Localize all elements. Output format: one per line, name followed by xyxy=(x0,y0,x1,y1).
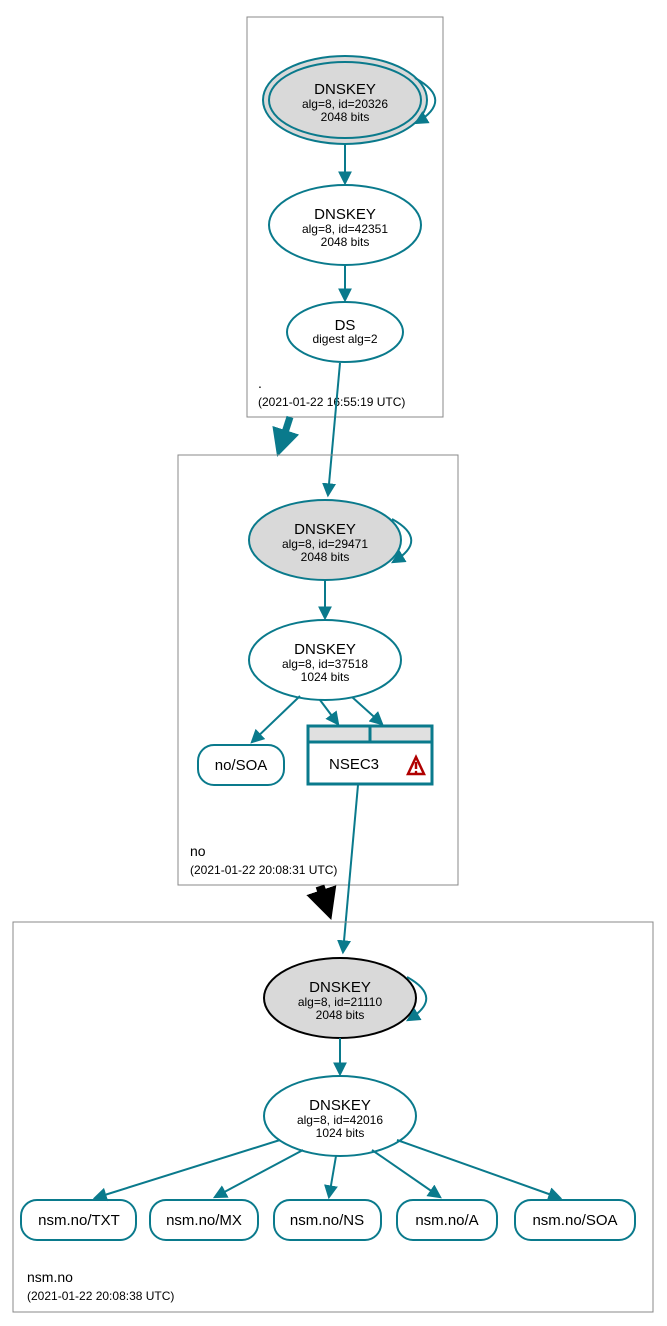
svg-text:nsm.no/MX: nsm.no/MX xyxy=(166,1212,242,1229)
svg-text:alg=8, id=42351: alg=8, id=42351 xyxy=(302,222,388,236)
svg-text:DNSKEY: DNSKEY xyxy=(294,521,356,538)
svg-text:digest alg=2: digest alg=2 xyxy=(312,332,377,346)
rr-nsm-mx: nsm.no/MX xyxy=(150,1200,258,1240)
dnskey-nsm-zsk: DNSKEY alg=8, id=42016 1024 bits xyxy=(264,1076,416,1156)
dnskey-root-zsk: DNSKEY alg=8, id=42351 2048 bits xyxy=(269,185,421,265)
svg-text:2048 bits: 2048 bits xyxy=(321,235,370,249)
svg-text:DNSKEY: DNSKEY xyxy=(309,979,371,996)
svg-text:alg=8, id=21110: alg=8, id=21110 xyxy=(298,995,383,1009)
zone-nsm-ts: (2021-01-22 20:08:38 UTC) xyxy=(27,1289,174,1303)
svg-text:nsm.no/SOA: nsm.no/SOA xyxy=(532,1212,617,1229)
svg-text:nsm.no/TXT: nsm.no/TXT xyxy=(38,1212,120,1229)
dnskey-no-ksk: DNSKEY alg=8, id=29471 2048 bits xyxy=(249,500,401,580)
edge-delegation-root-no xyxy=(280,417,290,448)
edge-no-zsk-nsec3-r xyxy=(352,697,382,724)
rr-nsm-ns: nsm.no/NS xyxy=(274,1200,381,1240)
zone-no-ts: (2021-01-22 20:08:31 UTC) xyxy=(190,863,337,877)
svg-text:1024 bits: 1024 bits xyxy=(316,1126,365,1140)
dnskey-nsm-ksk: DNSKEY alg=8, id=21110 2048 bits xyxy=(264,958,416,1038)
svg-text:DNSKEY: DNSKEY xyxy=(314,81,376,98)
edge-no-zsk-soa xyxy=(252,696,300,742)
svg-text:nsm.no/A: nsm.no/A xyxy=(415,1212,478,1229)
svg-text:1024 bits: 1024 bits xyxy=(301,670,350,684)
svg-text:2048 bits: 2048 bits xyxy=(301,550,350,564)
svg-text:alg=8, id=29471: alg=8, id=29471 xyxy=(282,537,368,551)
edge-ds-noksk xyxy=(328,363,340,495)
rr-no-soa: no/SOA xyxy=(198,745,284,785)
rr-nsm-txt: nsm.no/TXT xyxy=(21,1200,136,1240)
rr-nsm-a: nsm.no/A xyxy=(397,1200,497,1240)
rr-nsm-soa: nsm.no/SOA xyxy=(515,1200,635,1240)
zone-root-ts: (2021-01-22 16:55:19 UTC) xyxy=(258,395,405,409)
edge-nsm-zsk-ns xyxy=(329,1156,336,1197)
edge-no-zsk-nsec3-l xyxy=(320,700,338,724)
zone-no-name: no xyxy=(190,843,206,859)
svg-text:DNSKEY: DNSKEY xyxy=(294,641,356,658)
nsec3-no: NSEC3 xyxy=(308,726,432,784)
svg-text:alg=8, id=20326: alg=8, id=20326 xyxy=(302,97,388,111)
svg-text:DNSKEY: DNSKEY xyxy=(314,206,376,223)
svg-text:nsm.no/NS: nsm.no/NS xyxy=(290,1212,364,1229)
edge-nsm-zsk-txt xyxy=(95,1140,280,1198)
svg-text:NSEC3: NSEC3 xyxy=(329,756,379,773)
dnssec-graph: DNSKEY alg=8, id=20326 2048 bits DNSKEY … xyxy=(0,0,667,1326)
edge-nsec3-nsmksk xyxy=(343,785,358,952)
edge-nsm-zsk-soa xyxy=(397,1140,560,1198)
zone-nsm-name: nsm.no xyxy=(27,1269,73,1285)
ds-root: DS digest alg=2 xyxy=(287,302,403,362)
svg-text:2048 bits: 2048 bits xyxy=(321,110,370,124)
svg-text:alg=8, id=37518: alg=8, id=37518 xyxy=(282,657,368,671)
svg-text:2048 bits: 2048 bits xyxy=(316,1008,365,1022)
edge-delegation-no-nsm xyxy=(320,886,328,910)
dnskey-no-zsk: DNSKEY alg=8, id=37518 1024 bits xyxy=(249,620,401,700)
svg-text:DNSKEY: DNSKEY xyxy=(309,1097,371,1114)
svg-text:no/SOA: no/SOA xyxy=(215,757,268,774)
dnskey-root-ksk: DNSKEY alg=8, id=20326 2048 bits xyxy=(263,56,427,144)
svg-text:alg=8, id=42016: alg=8, id=42016 xyxy=(297,1113,383,1127)
edge-nsm-zsk-a xyxy=(372,1150,440,1197)
zone-root-name: . xyxy=(258,375,262,391)
